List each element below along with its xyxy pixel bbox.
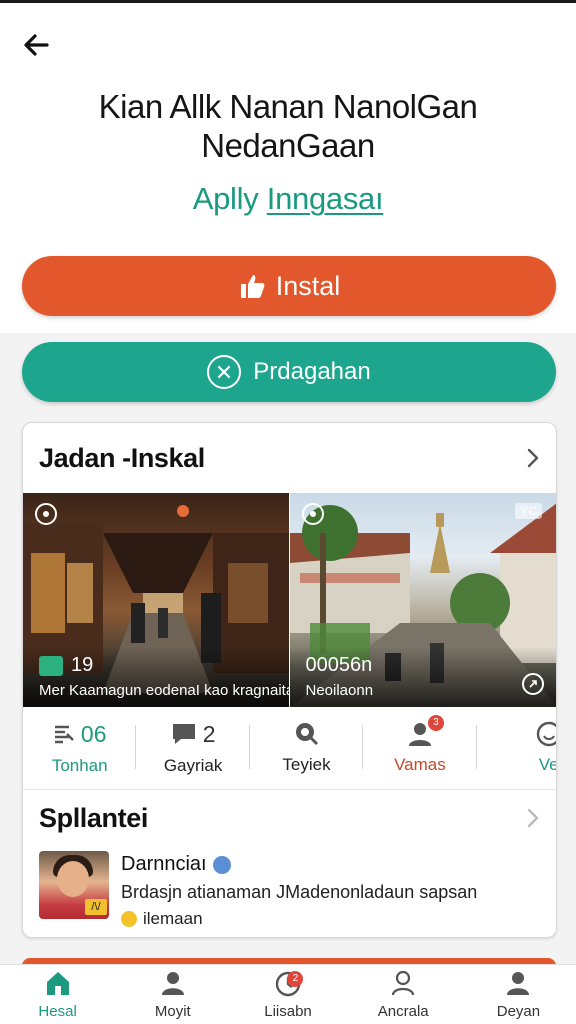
nav-item-ancrala[interactable]: Ancrala — [346, 965, 461, 1024]
nav-item-hesal[interactable]: Hesal — [0, 965, 115, 1024]
gallery-section-title: Jadan -Inskal — [39, 442, 205, 473]
back-button[interactable] — [16, 25, 56, 65]
tag-icon — [39, 655, 63, 676]
photo-caption: Neoilaonn — [305, 682, 374, 699]
stats-row: 06 Tonhan 2 Gayriak Teyiek 3 Vamas V — [23, 707, 556, 789]
gallery-section-header[interactable]: Jadan -Inskal — [23, 423, 556, 493]
review-text: Brdasjn atianaman JMadenonladaun sapsan — [121, 882, 478, 902]
stat-value: 06 — [80, 720, 107, 747]
emoji-icon — [121, 911, 137, 927]
stat-label: Gayriak — [163, 755, 223, 775]
gallery-photo-1[interactable]: 19 Mer Kaamagun eodenaI kao kragnaita — [23, 493, 289, 707]
arrow-left-icon — [24, 34, 49, 56]
review-section-header[interactable]: Spllantei — [23, 783, 556, 853]
content-card: Jadan -Inskal 19 Mer Kaamagun eodenaI ka… — [22, 422, 557, 938]
verified-icon — [212, 855, 231, 874]
profile-icon — [507, 972, 530, 995]
review-content: Darnnciaı Brdasjn atianaman JMadenonlada… — [121, 851, 478, 928]
reviewer-name-row: Darnnciaı — [121, 853, 477, 876]
chevron-right-icon — [527, 448, 539, 468]
list-icon — [54, 725, 74, 744]
review-item[interactable]: /\/ Darnnciaı Brdasjn atianaman JMadenon… — [39, 851, 539, 928]
stat-label: Teyiek — [282, 755, 331, 774]
people-icon — [392, 970, 415, 996]
avatar-badge: /\/ — [85, 899, 107, 915]
nav-item-moyit[interactable]: Moyit — [115, 965, 230, 1024]
install-label: Instal — [275, 270, 341, 301]
nav-label: Hesal — [38, 1003, 77, 1020]
subtitle-prefix: Aplly — [192, 181, 259, 216]
nav-label: Deyan — [496, 1003, 541, 1020]
notification-badge: 3 — [427, 715, 444, 731]
stat-value: 2 — [202, 720, 216, 747]
review-subtext-row: ilemaan — [121, 909, 477, 929]
smile-icon — [536, 721, 556, 747]
secondary-action-button[interactable]: Prdagahan — [22, 342, 556, 402]
home-icon — [46, 972, 69, 995]
photo-count-value: 00056n — [305, 654, 373, 676]
thumbs-up-icon — [240, 275, 265, 298]
nav-label: Liisabn — [264, 1003, 312, 1020]
stat-vamas[interactable]: 3 Vamas — [363, 707, 477, 789]
expand-icon[interactable] — [522, 673, 544, 695]
stat-veo[interactable]: Veo — [477, 707, 556, 789]
app-title: Kian Allk Nanan NanolGan NedanGaan — [98, 88, 478, 164]
nav-label: Ancrala — [377, 1003, 429, 1020]
photo-caption: Mer Kaamagun eodenaI kao kragnaita — [39, 682, 289, 699]
photo-count-value: 19 — [71, 654, 94, 676]
photo-tag-badge: YC — [515, 503, 542, 519]
camera-badge-icon — [35, 503, 57, 525]
photo-gallery: 19 Mer Kaamagun eodenaI kao kragnaita YC… — [23, 493, 556, 707]
reviewer-name: Darnnciaı — [121, 853, 207, 875]
install-button[interactable]: Instal — [22, 256, 556, 316]
stat-label: Veo — [538, 755, 556, 774]
stat-teyiek[interactable]: Teyiek — [250, 707, 364, 789]
nav-label: Moyit — [154, 1003, 191, 1020]
comment-icon — [172, 724, 195, 744]
secondary-label: Prdagahan — [253, 358, 371, 385]
gallery-photo-2[interactable]: YC 00056n Neoilaonn — [289, 493, 556, 707]
photo-count: 19 — [39, 654, 93, 677]
search-icon — [295, 723, 318, 746]
camera-badge-icon — [301, 503, 324, 525]
close-circle-icon — [207, 355, 242, 389]
nav-item-deyan[interactable]: Deyan — [461, 965, 576, 1024]
developer-link[interactable]: Inngasaı — [267, 181, 384, 216]
stat-label: Vamas — [394, 755, 446, 774]
stat-gayriak[interactable]: 2 Gayriak — [136, 707, 250, 789]
avatar[interactable]: /\/ — [39, 851, 109, 919]
avatar-face — [57, 861, 89, 897]
bottom-nav: Hesal Moyit 2 Liisabn Ancrala Deyan — [0, 964, 576, 1024]
nav-item-liisabn[interactable]: 2 Liisabn — [230, 965, 345, 1024]
app-subtitle: Aplly Inngasaı — [40, 181, 536, 217]
stat-tonhan[interactable]: 06 Tonhan — [23, 707, 137, 789]
review-section-title: Spllantei — [39, 802, 148, 833]
stat-label: Tonhan — [51, 755, 108, 775]
person-icon — [161, 972, 184, 995]
review-subtext: ilemaan — [143, 909, 203, 928]
chevron-right-icon — [527, 808, 539, 828]
